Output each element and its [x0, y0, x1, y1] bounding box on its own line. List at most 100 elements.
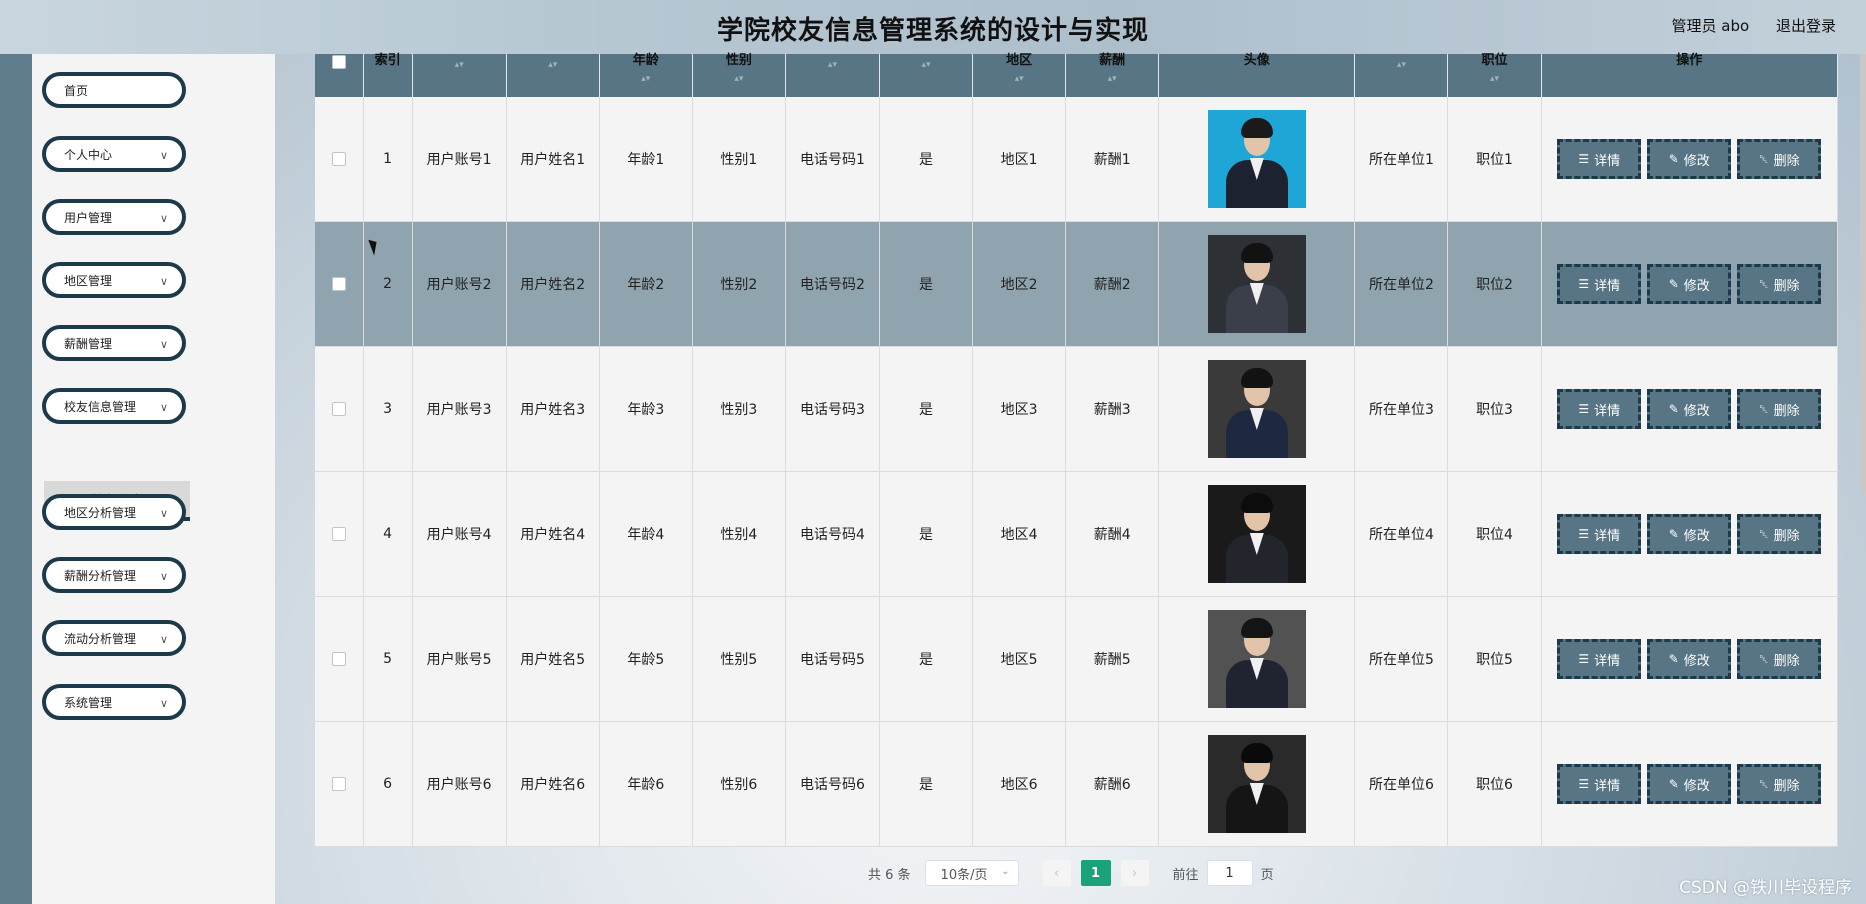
row-checkbox[interactable] [331, 777, 346, 791]
sidebar-item-5[interactable]: 校友信息管理 ∨ [42, 388, 186, 424]
column-header[interactable]: ▴▾ [506, 54, 600, 97]
cell-account: 用户账号4 [412, 471, 507, 597]
sidebar-item-3[interactable]: 地区管理 ∨ [42, 262, 186, 298]
edit-button[interactable]: ✎ 修改 [1647, 264, 1732, 304]
sidebar-item-8[interactable]: 流动分析管理 ∨ [42, 620, 186, 656]
sidebar-item-7[interactable]: 薪酬分析管理 ∨ [42, 557, 186, 593]
row-checkbox[interactable] [331, 277, 346, 291]
row-checkbox[interactable] [331, 152, 346, 166]
cell-phone: 电话号码2 [785, 221, 880, 347]
cell-actions: ☰ 详情 ✎ 修改 ␡ 删除 [1541, 596, 1839, 722]
column-header[interactable]: ▴▾ [879, 54, 974, 97]
cell-region: 地区4 [972, 471, 1067, 597]
avatar[interactable] [1207, 610, 1306, 708]
row-checkbox[interactable] [331, 527, 346, 541]
cell-age: 年龄1 [599, 97, 693, 222]
sort-icon[interactable]: ▴▾ [693, 74, 785, 84]
avatar[interactable] [1207, 110, 1306, 208]
page-number-current[interactable]: 1 [1080, 860, 1111, 886]
column-header[interactable]: ▴▾ [412, 54, 507, 97]
column-header[interactable]: 薪酬 ▴▾ [1065, 54, 1160, 97]
delete-button[interactable]: ␡ 删除 [1737, 139, 1822, 179]
detail-button[interactable]: ☰ 详情 [1557, 389, 1642, 429]
cell-company: 所在单位4 [1354, 471, 1449, 597]
document-icon: ☰ [1578, 152, 1590, 166]
table-row[interactable]: 4 用户账号4 用户姓名4 年龄4 性别4 电话号码4 是地区4 薪酬4 所在单位4 职位4 ☰ 详情… [315, 471, 1839, 597]
avatar[interactable] [1207, 485, 1306, 583]
edit-button[interactable]: ✎ 修改 [1647, 764, 1732, 804]
cell-company: 所在单位1 [1354, 97, 1449, 222]
prev-page-button[interactable]: ‹ [1042, 860, 1071, 886]
sort-icon[interactable]: ▴▾ [786, 60, 879, 70]
edit-button[interactable]: ✎ 修改 [1647, 639, 1732, 679]
next-page-button[interactable]: › [1120, 860, 1149, 886]
chevron-down-icon: ∨ [159, 507, 168, 520]
detail-button[interactable]: ☰ 详情 [1557, 764, 1642, 804]
sort-icon[interactable]: ▴▾ [413, 60, 506, 70]
table-row[interactable]: 6 用户账号6 用户姓名6 年龄6 性别6 电话号码6 是地区6 薪酬6 所在单位6 职位6 ☰ 详情… [315, 721, 1839, 847]
column-header[interactable]: 性别 ▴▾ [692, 54, 786, 97]
edit-button-label: 修改 [1683, 278, 1710, 294]
delete-button[interactable]: ␡ 删除 [1737, 389, 1822, 429]
sidebar-item-1[interactable]: 个人中心 ∨ [42, 136, 186, 172]
cell-actions: ☰ 详情 ✎ 修改 ␡ 删除 [1541, 97, 1839, 222]
column-header[interactable]: 年龄 ▴▾ [599, 54, 693, 97]
sort-icon[interactable]: ▴▾ [600, 74, 692, 84]
edit-button-label: 修改 [1683, 153, 1710, 169]
cell-account: 用户账号2 [412, 221, 507, 347]
sort-icon[interactable]: ▴▾ [1355, 60, 1447, 70]
avatar[interactable] [1207, 735, 1306, 833]
sort-icon[interactable]: ▴▾ [1066, 74, 1158, 84]
table-row[interactable]: 5 用户账号5 用户姓名5 年龄5 性别5 电话号码5 是地区5 薪酬5 所在单位5 职位5 ☰ 详情… [315, 596, 1839, 722]
delete-button[interactable]: ␡ 删除 [1737, 514, 1822, 554]
sidebar-item-9[interactable]: 系统管理 ∨ [42, 684, 186, 720]
select-all-checkbox[interactable] [331, 54, 346, 69]
cell-flag: 是 [879, 97, 974, 222]
cell-account: 用户账号3 [412, 346, 507, 472]
cell-actions: ☰ 详情 ✎ 修改 ␡ 删除 [1541, 721, 1839, 847]
delete-button[interactable]: ␡ 删除 [1737, 639, 1822, 679]
sidebar-item-2[interactable]: 用户管理 ∨ [42, 199, 186, 235]
edit-button[interactable]: ✎ 修改 [1647, 389, 1732, 429]
table-row[interactable]: 1 用户账号1 用户姓名1 年龄1 性别1 电话号码1 是地区1 薪酬1 所在单位1 职位1 ☰ 详情… [315, 97, 1839, 222]
column-header[interactable]: 职位 ▴▾ [1447, 54, 1542, 97]
column-header-label: 地区 [1006, 53, 1033, 68]
trash-icon: ␡ [1758, 526, 1769, 541]
table-row[interactable]: 3 用户账号3 用户姓名3 年龄3 性别3 电话号码3 是地区3 薪酬3 所在单位3 职位3 ☰ 详情… [315, 346, 1839, 472]
column-header[interactable]: 地区 ▴▾ [972, 53, 1067, 97]
sidebar-item-label: 首页 [64, 83, 89, 98]
sidebar: 校友信息 首页个人中心∨用户管理∨地区管理∨薪酬管理∨校友信息管理∨地区分析管理… [32, 54, 275, 904]
row-checkbox[interactable] [331, 652, 346, 666]
column-header[interactable]: ▴▾ [785, 54, 880, 97]
cell-phone: 电话号码6 [785, 721, 880, 847]
detail-button[interactable]: ☰ 详情 [1557, 139, 1642, 179]
logout-button[interactable]: 退出登录 [1776, 17, 1836, 35]
goto-page-input[interactable]: 1 [1206, 860, 1253, 886]
detail-button[interactable]: ☰ 详情 [1557, 264, 1642, 304]
cell-region: 地区3 [972, 346, 1067, 472]
edit-button[interactable]: ✎ 修改 [1647, 139, 1732, 179]
sidebar-item-0[interactable]: 首页 [42, 72, 186, 108]
table-row[interactable]: 2 用户账号2 用户姓名2 年龄2 性别2 电话号码2 是地区2 薪酬2 所在单位2 职位2 ☰ 详情… [315, 221, 1839, 347]
chevron-down-icon: ∨ [159, 633, 168, 646]
page-size-select[interactable]: 10条/页 ⌄ [924, 860, 1019, 886]
scrollbar[interactable] [1860, 54, 1866, 494]
sort-icon[interactable]: ▴▾ [880, 60, 972, 70]
edit-button[interactable]: ✎ 修改 [1647, 514, 1732, 554]
avatar[interactable] [1207, 360, 1306, 458]
detail-button[interactable]: ☰ 详情 [1557, 639, 1642, 679]
cell-phone: 电话号码5 [785, 596, 880, 722]
cell-gender: 性别3 [692, 346, 786, 472]
row-checkbox[interactable] [331, 402, 346, 416]
avatar[interactable] [1207, 235, 1306, 333]
detail-button[interactable]: ☰ 详情 [1557, 514, 1642, 554]
delete-button-label: 删除 [1773, 528, 1800, 544]
sort-icon[interactable]: ▴▾ [1448, 74, 1540, 84]
sidebar-item-6[interactable]: 地区分析管理 ∨ [42, 494, 186, 530]
sort-icon[interactable]: ▴▾ [973, 74, 1065, 84]
delete-button[interactable]: ␡ 删除 [1737, 764, 1822, 804]
sidebar-item-4[interactable]: 薪酬管理 ∨ [42, 325, 186, 361]
sort-icon[interactable]: ▴▾ [507, 60, 599, 70]
column-header[interactable]: ▴▾ [1354, 54, 1449, 97]
delete-button[interactable]: ␡ 删除 [1737, 264, 1822, 304]
